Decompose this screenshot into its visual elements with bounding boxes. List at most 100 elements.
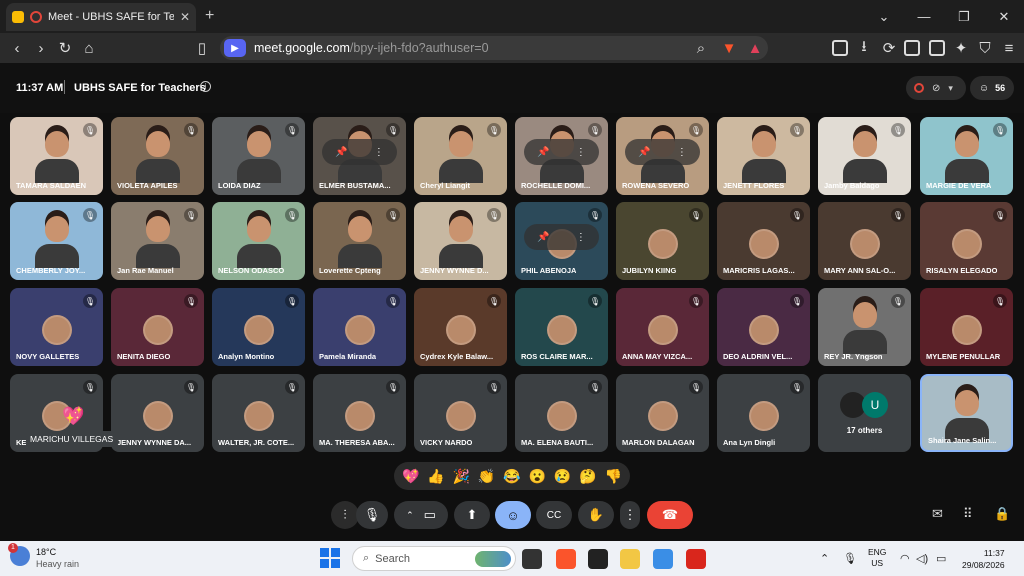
more-options-button[interactable]: ⋮ (620, 501, 640, 529)
participant-tile[interactable]: 🎙 Pamela Miranda (313, 288, 406, 366)
brave-browser-icon[interactable] (556, 549, 576, 569)
emoji-reactions-button[interactable]: ☺ (495, 501, 531, 529)
self-view-tile[interactable]: Shaira Jane Salin... (920, 374, 1013, 452)
participant-tile[interactable]: 🎙 MYLENE PENULLAR (920, 288, 1013, 366)
participant-tile[interactable]: 🎙 MARLON DALAGAN (616, 374, 709, 452)
tile-hover-controls[interactable]: 📌 ⋮ (524, 139, 599, 165)
host-controls-icon[interactable]: 🔒 (994, 506, 1010, 522)
pin-icon[interactable]: 📌 (335, 147, 347, 158)
participant-tile[interactable]: 🎙 ANNA MAY VIZCA... (616, 288, 709, 366)
participant-tile[interactable]: 🎙 DEO ALDRIN VEL... (717, 288, 810, 366)
close-window-icon[interactable]: ✕ (984, 0, 1024, 33)
minimize-icon[interactable]: — (904, 0, 944, 33)
reaction-emoji[interactable]: 👏 (478, 468, 495, 485)
participant-tile[interactable]: 🎙 Cheryl Liangit (414, 117, 507, 195)
participant-tile[interactable]: 🎙 JENNY WYNNE D... (414, 202, 507, 280)
participant-tile[interactable]: 🎙 Jan Rae Manuel (111, 202, 204, 280)
wallet-icon[interactable] (929, 40, 945, 56)
participant-tile[interactable]: 🎙 Jamby Baldago (818, 117, 911, 195)
participant-tile[interactable]: 🎙 JUBILYN KIING (616, 202, 709, 280)
participant-tile[interactable]: 🎙 NELSON ODASCO (212, 202, 305, 280)
taskbar-search[interactable]: ⌕ Search (352, 546, 516, 571)
task-view-icon[interactable] (522, 549, 542, 569)
bookmark-icon[interactable]: ▯ (193, 39, 211, 57)
tile-hover-controls[interactable]: 📌 ⋮ (625, 139, 700, 165)
participant-tile[interactable]: 🎙 MARY ANN SAL-O... (818, 202, 911, 280)
capcut-icon[interactable] (588, 549, 608, 569)
acrobat-icon[interactable] (686, 549, 706, 569)
chevron-down-icon[interactable]: ⌄ (864, 0, 904, 33)
download-icon[interactable]: ⭳ (855, 38, 873, 57)
participant-tile[interactable]: 🎙 LOIDA DIAZ (212, 117, 305, 195)
show-hidden-icons[interactable]: ⌃ (820, 552, 829, 565)
extensions-icon[interactable] (832, 40, 848, 56)
wifi-icon[interactable]: ◠ (900, 552, 910, 565)
sync-icon[interactable]: ⟳ (880, 39, 898, 57)
photos-icon[interactable] (653, 549, 673, 569)
recording-controls[interactable]: ⊘ ▾ (906, 76, 966, 100)
participant-tile[interactable]: 🎙 JENETT FLORES (717, 117, 810, 195)
participant-tile[interactable]: 🎙 VIOLETA APILES (111, 117, 204, 195)
pin-icon[interactable]: 📌 (638, 147, 650, 158)
system-clock[interactable]: 11:37 29/08/2026 (962, 547, 1005, 571)
more-options-icon[interactable]: ⋮ (374, 147, 384, 158)
others-tile[interactable]: U 17 others (818, 374, 911, 452)
reaction-emoji[interactable]: 😂 (503, 468, 520, 485)
pin-icon[interactable]: 📌 (537, 232, 549, 243)
tile-hover-controls[interactable]: 📌 ⋮ (524, 224, 599, 250)
reaction-emoji[interactable]: 😮 (529, 468, 546, 485)
file-explorer-icon[interactable] (620, 549, 640, 569)
address-bar[interactable]: ▶ meet.google.com/bpy-ijeh-fdo?authuser=… (220, 36, 768, 60)
participant-tile[interactable]: 📌 ⋮ 🎙 ROWENA SEVERO (616, 117, 709, 195)
brave-shields-icon[interactable]: ▼ (720, 39, 738, 57)
more-options-icon[interactable]: ⋮ (576, 232, 586, 243)
meeting-info-icon[interactable]: i (200, 81, 211, 92)
participant-tile[interactable]: 🎙 Ana Lyn Dingli (717, 374, 810, 452)
close-tab-icon[interactable]: ✕ (180, 10, 190, 24)
participant-tile[interactable]: 🎙 WALTER, JR. COTE... (212, 374, 305, 452)
language-indicator[interactable]: ENG US (868, 547, 886, 569)
participant-tile[interactable]: 🎙 ROS CLAIRE MAR... (515, 288, 608, 366)
tile-hover-controls[interactable]: 📌 ⋮ (322, 139, 397, 165)
participant-tile[interactable]: 🎙 TAMARA SALDAEN (10, 117, 103, 195)
leave-call-button[interactable]: ☎ (647, 501, 693, 529)
vpn-icon[interactable]: ⛉ (976, 39, 994, 57)
participant-tile[interactable]: 🎙 RISALYN ELEGADO (920, 202, 1013, 280)
participant-tile[interactable]: 🎙 MARICRIS LAGAS... (717, 202, 810, 280)
microphone-tray-icon[interactable]: 🎙 (843, 552, 857, 565)
reaction-emoji[interactable]: 😢 (554, 468, 571, 485)
restore-icon[interactable]: ❐ (944, 0, 984, 33)
weather-widget[interactable]: 1 18°C Heavy rain (8, 543, 79, 570)
participant-tile[interactable]: 🎙 Cydrex Kyle Balaw... (414, 288, 507, 366)
new-tab-icon[interactable]: + (205, 7, 214, 25)
battery-icon[interactable]: ▭ (936, 552, 946, 565)
participant-tile[interactable]: 🎙 NOVY GALLETES (10, 288, 103, 366)
captions-button[interactable]: CC (536, 501, 572, 529)
activities-icon[interactable]: ⠿ (963, 506, 979, 522)
more-options-icon[interactable]: ⋮ (576, 147, 586, 158)
participant-tile[interactable]: 📌 ⋮ 🎙 ROCHELLE DOMI... (515, 117, 608, 195)
participant-tile[interactable]: 🎙 MA. ELENA BAUTI... (515, 374, 608, 452)
participant-tile[interactable]: 🎙 MA. THERESA ABA... (313, 374, 406, 452)
participant-tile[interactable]: 🎙 Analyn Montino (212, 288, 305, 366)
reaction-emoji[interactable]: 🎉 (453, 468, 470, 485)
windows-start-icon[interactable] (320, 548, 340, 568)
participant-tile[interactable]: 🎙 NENITA DIEGO (111, 288, 204, 366)
leo-ai-icon[interactable]: ✦ (952, 39, 970, 57)
participant-tile[interactable]: 🎙 Loverette Cpteng (313, 202, 406, 280)
pin-icon[interactable]: 📌 (537, 147, 549, 158)
zoom-icon[interactable]: ⌕ (692, 39, 710, 57)
reaction-emoji[interactable]: 👍 (427, 468, 444, 485)
participant-tile[interactable]: 📌 ⋮ 🎙 PHIL ABENOJA (515, 202, 608, 280)
participant-tile[interactable]: 🎙 VICKY NARDO (414, 374, 507, 452)
home-icon[interactable]: ⌂ (80, 39, 98, 57)
back-icon[interactable]: ‹ (8, 39, 26, 57)
volume-icon[interactable]: ◁) (916, 552, 928, 565)
chat-icon[interactable]: ✉ (932, 506, 948, 522)
reaction-emoji[interactable]: 👎 (605, 468, 622, 485)
browser-tab[interactable]: Meet - UBHS SAFE for Teachers ✕ (6, 3, 196, 31)
brave-rewards-icon[interactable]: ▲ (746, 39, 764, 57)
microphone-button[interactable]: 🎙 (356, 501, 388, 529)
forward-icon[interactable]: › (32, 39, 50, 57)
raise-hand-button[interactable]: ✋ (578, 501, 614, 529)
